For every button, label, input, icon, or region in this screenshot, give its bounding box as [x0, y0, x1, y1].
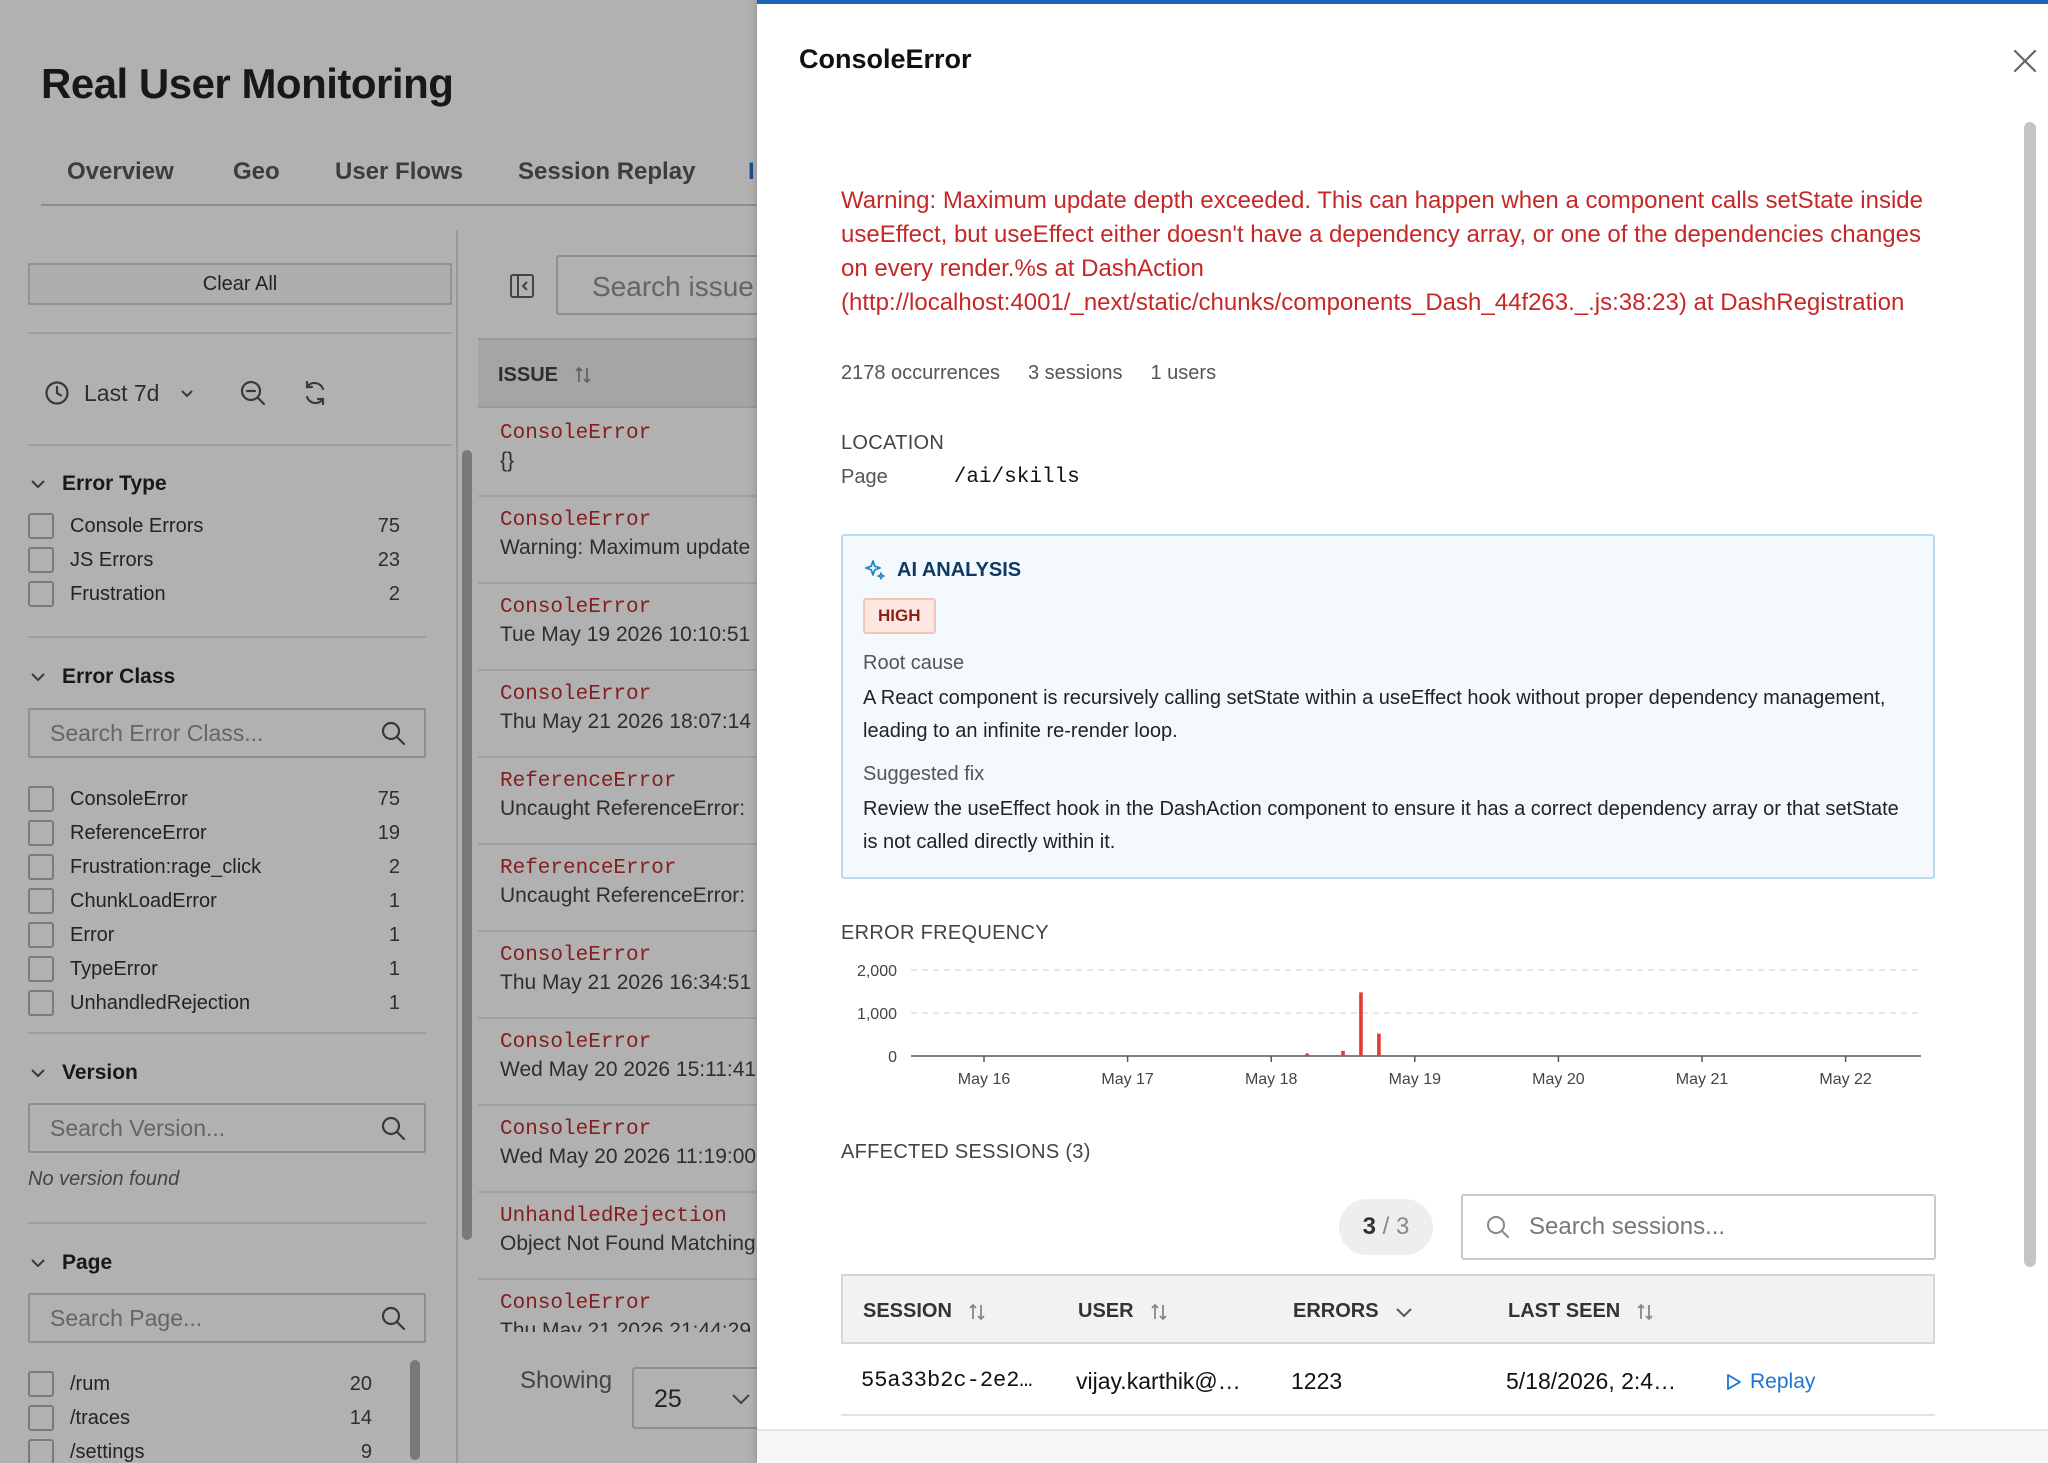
sort-icon[interactable] [1634, 1301, 1656, 1323]
session-errors: 1223 [1291, 1368, 1343, 1394]
search-icon [1487, 1216, 1509, 1238]
error-stats: 2178 occurrences 3 sessions 1 users [841, 362, 1216, 385]
column-label: USER [1078, 1300, 1134, 1322]
x-tick-label: May 17 [1101, 1071, 1154, 1088]
y-tick-label: 0 [888, 1049, 897, 1066]
shown-count: 3 [1362, 1213, 1376, 1240]
column-label: LAST SEEN [1508, 1300, 1621, 1322]
chart-bar [1305, 1053, 1309, 1056]
location-row: Page /ai/skills [841, 466, 1080, 489]
x-tick-label: May 16 [958, 1071, 1011, 1088]
ai-analysis-heading: AI ANALYSIS [863, 558, 1021, 582]
column-user[interactable]: USER [1078, 1300, 1170, 1323]
ai-analysis-title: AI ANALYSIS [897, 558, 1022, 581]
sessions-pagination-count: 3 / 3 [1339, 1199, 1433, 1255]
chart-bar [1377, 1033, 1381, 1056]
sort-icon[interactable] [1148, 1301, 1170, 1323]
replay-button[interactable]: Replay [1726, 1370, 1815, 1394]
sparkle-icon [865, 560, 885, 580]
modal-overlay[interactable] [0, 0, 757, 1463]
session-id: 55a33b2c-2e2… [861, 1368, 1033, 1393]
drawer-title: ConsoleError [799, 44, 972, 74]
drawer-scrollbar[interactable] [2024, 122, 2036, 1267]
chevron-down-icon[interactable] [1393, 1301, 1415, 1323]
y-tick-label: 1,000 [857, 1006, 897, 1023]
affected-sessions-heading: AFFECTED SESSIONS (3) [841, 1141, 1091, 1163]
sessions-search-input[interactable]: Search sessions... [1461, 1194, 1936, 1260]
column-errors[interactable]: ERRORS [1293, 1300, 1415, 1323]
total-count: 3 [1396, 1213, 1410, 1240]
location-heading: LOCATION [841, 432, 945, 454]
x-tick-label: May 22 [1819, 1071, 1872, 1088]
x-tick-label: May 20 [1532, 1071, 1585, 1088]
chart-bar [1359, 992, 1363, 1056]
error-frequency-chart: 0 1,000 2,000 May 16 May 17 May 18 May 19 May 2… [857, 963, 1921, 1088]
session-user: vijay.karthik@… [1076, 1368, 1241, 1394]
sessions-table-header: SESSION USER ERRORS LAST SEEN [841, 1274, 1935, 1344]
x-tick-label: May 19 [1389, 1071, 1442, 1088]
search-placeholder: Search sessions... [1529, 1213, 1726, 1240]
error-message: Warning: Maximum update depth exceeded. … [841, 187, 1923, 316]
column-last-seen[interactable]: LAST SEEN [1508, 1300, 1656, 1323]
root-cause-label: Root cause [863, 652, 965, 674]
x-tick-label: May 21 [1676, 1071, 1729, 1088]
suggested-fix-text: Review the useEffect hook in the DashAct… [863, 798, 1899, 853]
location-value: /ai/skills [953, 466, 1080, 489]
y-tick-label: 2,000 [857, 963, 897, 980]
severity-badge: HIGH [863, 598, 936, 634]
error-detail-drawer: ConsoleError Warning: Maximum update dep… [757, 0, 2048, 1463]
suggested-fix-label: Suggested fix [863, 763, 985, 785]
column-label: ERRORS [1293, 1300, 1379, 1322]
table-row[interactable]: 55a33b2c-2e2… vijay.karthik@… 1223 5/18/… [841, 1344, 1935, 1416]
location-key: Page [841, 466, 888, 488]
close-icon[interactable] [2010, 46, 2040, 76]
session-last-seen: 5/18/2026, 2:4… [1506, 1368, 1677, 1394]
ai-analysis-panel: AI ANALYSIS HIGH Root cause A React comp… [841, 534, 1935, 879]
column-session[interactable]: SESSION [863, 1300, 988, 1323]
chart-bar [1341, 1050, 1345, 1056]
drawer-footer [757, 1429, 2048, 1463]
sessions-count: 3 sessions [1027, 362, 1123, 384]
play-icon [1727, 1374, 1741, 1390]
replay-label: Replay [1750, 1370, 1816, 1393]
x-tick-label: May 18 [1245, 1071, 1298, 1088]
root-cause-text: A React component is recursively calling… [863, 687, 1886, 742]
sort-icon[interactable] [966, 1301, 988, 1323]
users-count: 1 users [1150, 362, 1217, 384]
error-frequency-heading: ERROR FREQUENCY [841, 922, 1049, 944]
column-label: SESSION [863, 1300, 952, 1322]
occurrences-count: 2178 occurrences [841, 362, 1000, 384]
